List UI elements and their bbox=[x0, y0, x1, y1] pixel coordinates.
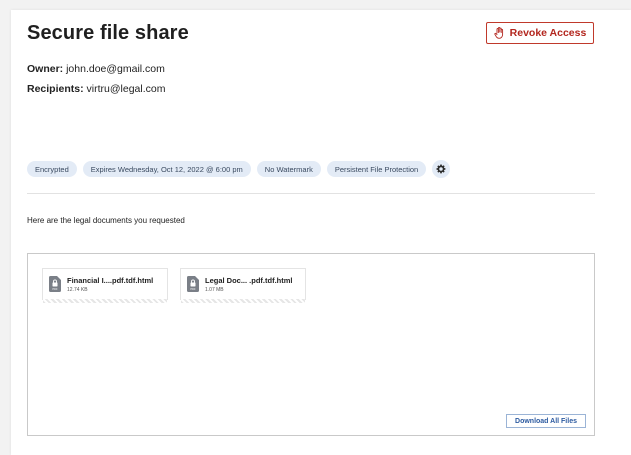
owner-email: john.doe@gmail.com bbox=[66, 63, 165, 75]
page-title: Secure file share bbox=[27, 22, 189, 44]
recipients-email: virtru@legal.com bbox=[86, 83, 166, 95]
message-body: Here are the legal documents you request… bbox=[27, 216, 185, 225]
chip-persistent-protection: Persistent File Protection bbox=[326, 161, 427, 177]
file-name: Financial I....pdf.tdf.html bbox=[67, 275, 154, 285]
revoke-access-label: Revoke Access bbox=[509, 27, 587, 39]
gear-icon bbox=[436, 164, 446, 174]
policy-chips: Encrypted Expires Wednesday, Oct 12, 202… bbox=[27, 160, 451, 178]
download-all-files-button[interactable]: Download All Files bbox=[506, 414, 586, 428]
chip-watermark: No Watermark bbox=[256, 161, 321, 177]
file-attachment[interactable]: PDF Legal Doc... .pdf.tdf.html 1.07 MB bbox=[180, 268, 306, 303]
file-attachment[interactable]: PDF Financial I....pdf.tdf.html 12.74 KB bbox=[42, 268, 168, 303]
owner-label: Owner: bbox=[27, 63, 64, 75]
settings-button[interactable] bbox=[432, 160, 451, 178]
attachments-panel: PDF Financial I....pdf.tdf.html 12.74 KB… bbox=[27, 253, 595, 436]
share-card: Secure file share Revoke Access Owner: j… bbox=[11, 10, 631, 455]
owner-line: Owner: john.doe@gmail.com bbox=[27, 63, 165, 75]
chip-expiry: Expires Wednesday, Oct 12, 2022 @ 6:00 p… bbox=[82, 161, 251, 177]
divider bbox=[27, 193, 595, 194]
hand-icon bbox=[494, 27, 503, 39]
svg-text:PDF: PDF bbox=[190, 287, 196, 291]
file-size: 12.74 KB bbox=[67, 286, 88, 293]
locked-pdf-icon: PDF bbox=[49, 276, 61, 292]
file-name: Legal Doc... .pdf.tdf.html bbox=[205, 275, 293, 285]
file-size: 1.07 MB bbox=[205, 286, 224, 293]
recipients-line: Recipients: virtru@legal.com bbox=[27, 83, 165, 95]
chip-encrypted: Encrypted bbox=[27, 161, 77, 177]
revoke-access-button[interactable]: Revoke Access bbox=[486, 22, 594, 44]
svg-text:PDF: PDF bbox=[52, 287, 58, 291]
locked-pdf-icon: PDF bbox=[187, 276, 199, 292]
recipients-label: Recipients: bbox=[27, 83, 84, 95]
